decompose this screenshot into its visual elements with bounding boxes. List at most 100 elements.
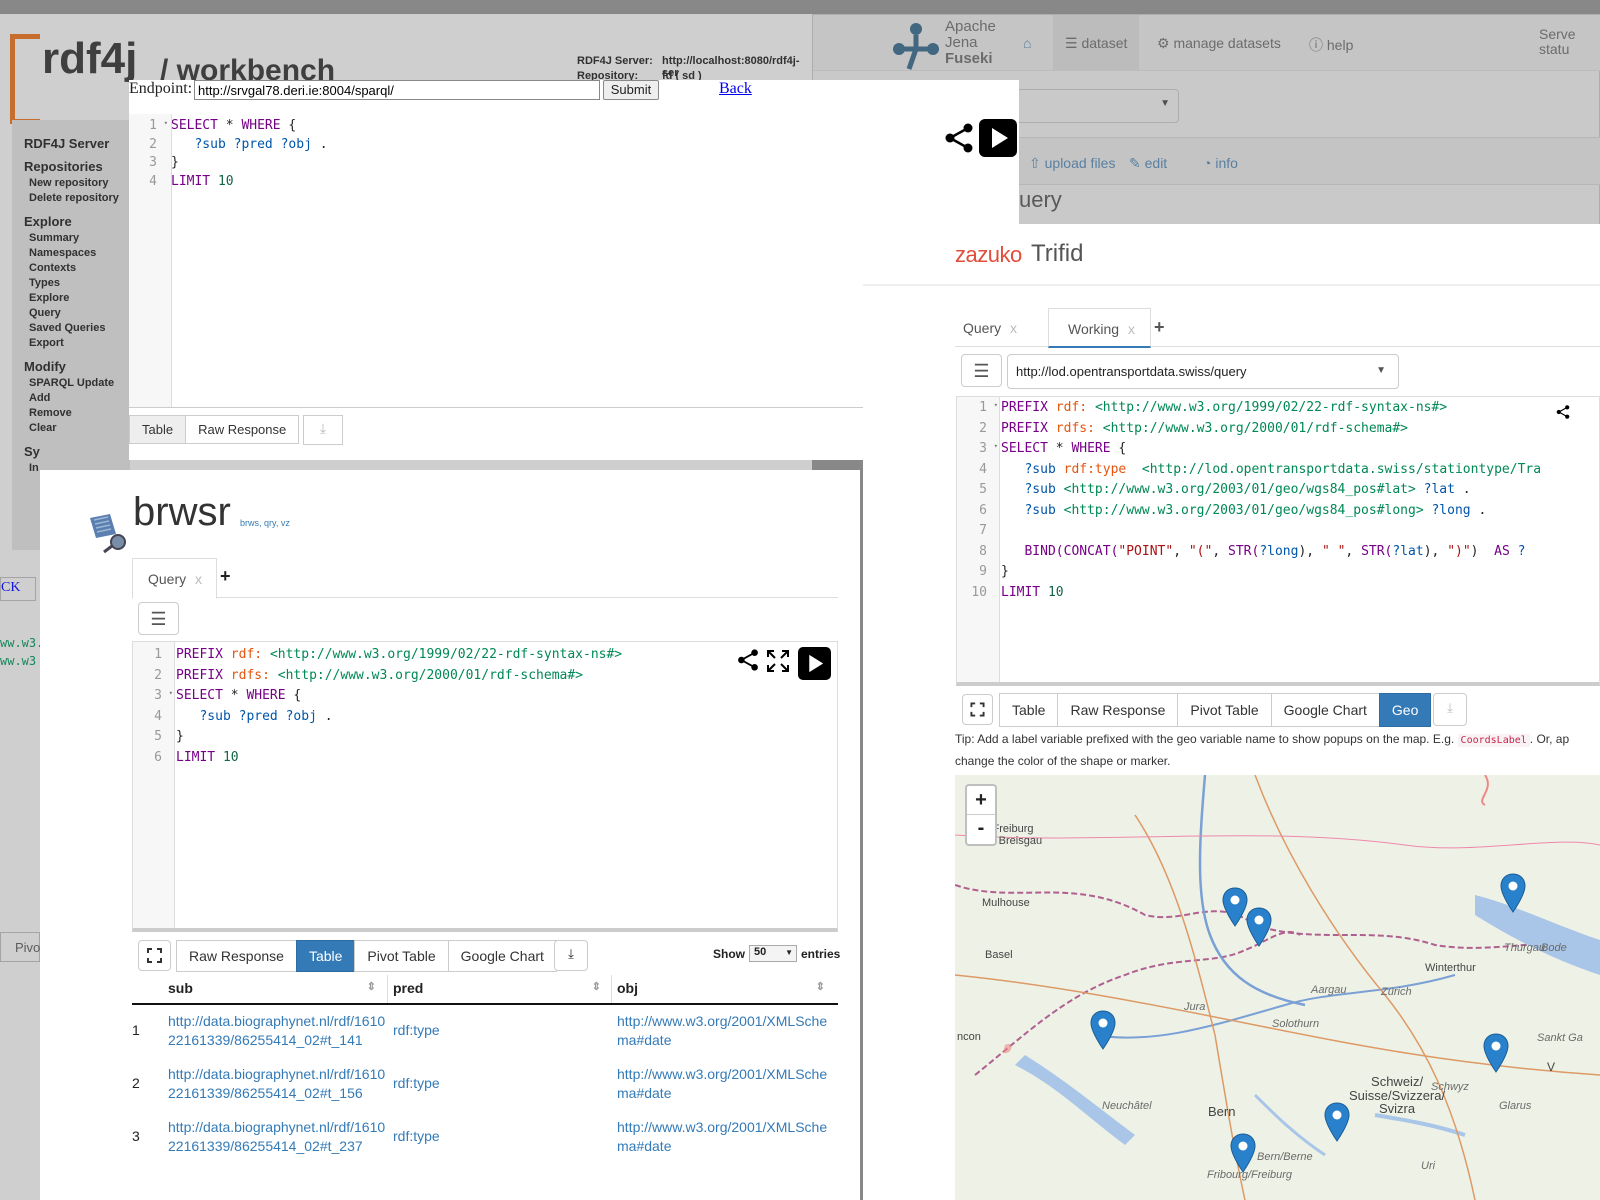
trifid-tab-pivot-table[interactable]: Pivot Table (1177, 693, 1272, 727)
brwsr-query-editor[interactable]: 1 PREFIX rdf: <http://www.w3.org/1999/02/… (132, 641, 838, 932)
trifid-endpoint-select[interactable]: http://lod.opentransportdata.swiss/query… (1007, 354, 1399, 389)
rdf4j-item-summary[interactable]: Summary (12, 231, 130, 246)
cell-sub-link[interactable]: http://data.biographynet.nl/rdf/1610 221… (168, 1065, 386, 1103)
brwsr-tab-pivot-table[interactable]: Pivot Table (354, 940, 449, 972)
brwsr-menu-button[interactable]: ☰ (138, 602, 179, 635)
endpoint-tab-raw-response[interactable]: Raw Response (185, 415, 300, 444)
jena-subnav-edit[interactable]: ✎ edit (1129, 155, 1167, 172)
jena-nav-home-icon[interactable]: ⌂ (1023, 35, 1031, 51)
map-marker-icon[interactable] (1483, 1033, 1509, 1073)
rdf4j-item-clear[interactable]: Clear (12, 421, 130, 436)
fold-arrow-icon[interactable]: ▾ (164, 119, 168, 127)
column-header-pred[interactable]: pred ⇕ (393, 980, 607, 996)
trifid-query-editor[interactable]: 1 ▾ PREFIX rdf: <http://www.w3.org/1999/02… (956, 396, 1600, 686)
column-header-obj[interactable]: obj ⇕ (617, 980, 831, 996)
trifid-tab-google-chart[interactable]: Google Chart (1270, 693, 1380, 727)
brwsr-add-tab-button[interactable]: + (220, 566, 231, 587)
endpoint-download-button[interactable]: ⤓ (303, 415, 343, 445)
zoom-out-button[interactable]: - (967, 815, 995, 844)
jena-subnav-info[interactable]: ◔ info (1203, 155, 1238, 171)
map-marker-icon[interactable] (1500, 873, 1526, 913)
endpoint-submit-button[interactable]: Submit (603, 80, 659, 100)
brwsr-tab-query[interactable]: Query x (132, 558, 217, 599)
rdf4j-item-sparql-update[interactable]: SPARQL Update (12, 376, 130, 391)
trifid-menu-button[interactable]: ☰ (961, 354, 1002, 387)
line-number: 1 ▾ (149, 118, 168, 133)
rdf4j-item-remove[interactable]: Remove (12, 406, 130, 421)
cell-pred-link[interactable]: rdf:type (393, 1021, 611, 1040)
jena-nav-manage-datasets[interactable]: ⚙ manage datasets (1157, 35, 1281, 52)
jena-dataset-select[interactable]: ▼ (1013, 89, 1179, 123)
rdf4j-item-delete-repository[interactable]: Delete repository (12, 191, 130, 206)
jena-subnav-upload[interactable]: ⇧ upload files (1029, 155, 1115, 172)
column-header-sub[interactable]: sub ⇕ (168, 980, 382, 996)
brwsr-tab-raw-response[interactable]: Raw Response (176, 940, 297, 972)
fold-arrow-icon[interactable]: ▾ (169, 689, 173, 697)
fold-arrow-icon[interactable]: ▾ (994, 442, 998, 450)
endpoint-run-button[interactable] (979, 119, 1017, 157)
close-icon[interactable]: x (195, 571, 202, 587)
entries-select[interactable]: 50 ▼ (749, 945, 797, 962)
zoom-in-button[interactable]: + (967, 786, 995, 815)
rdf4j-item-types[interactable]: Types (12, 276, 130, 291)
endpoint-query-editor[interactable]: 1 ▾ SELECT * WHERE {2 ?sub ?pred ?obj . 3} 4… (129, 114, 863, 408)
endpoint-tab-table[interactable]: Table (129, 415, 187, 444)
rdf4j-back-fragment[interactable]: CK (0, 577, 36, 601)
trifid-tab-raw-response[interactable]: Raw Response (1057, 693, 1179, 727)
trifid-tab-query[interactable]: Query x (963, 320, 1017, 336)
brwsr-fullscreen-button[interactable] (138, 940, 171, 971)
cell-obj-link[interactable]: http://www.w3.org/2001/XMLSche ma#date (617, 1065, 835, 1103)
brwsr-tab-google-chart[interactable]: Google Chart (447, 940, 557, 972)
cell-sub-link[interactable]: http://data.biographynet.nl/rdf/1610 221… (168, 1118, 386, 1156)
trifid-tab-query-close-icon[interactable]: x (1010, 320, 1017, 336)
rdf4j-item-explore[interactable]: Explore (12, 291, 130, 306)
cell-sub-link[interactable]: http://data.biographynet.nl/rdf/1610 221… (168, 1012, 386, 1050)
trifid-tab-working-close-icon[interactable]: x (1128, 321, 1135, 337)
rdf4j-section-server[interactable]: RDF4J Server (12, 120, 130, 155)
brwsr-tab-table[interactable]: Table (295, 940, 356, 972)
brwsr-share-icon[interactable] (737, 648, 759, 672)
jena-nav-dataset[interactable]: ☰ dataset (1053, 15, 1140, 71)
map-marker-icon[interactable] (1090, 1010, 1116, 1050)
share-icon[interactable] (944, 122, 974, 154)
trifid-fullscreen-button[interactable] (962, 694, 993, 725)
rdf4j-item-new-repository[interactable]: New repository (12, 176, 130, 191)
rdf4j-logo (10, 34, 40, 124)
trifid-add-tab-button[interactable]: + (1154, 317, 1165, 338)
rdf4j-item-query[interactable]: Query (12, 306, 130, 321)
map-marker-icon[interactable] (1222, 887, 1248, 927)
cell-obj-link[interactable]: http://www.w3.org/2001/XMLSche ma#date (617, 1012, 835, 1050)
rdf4j-item-export[interactable]: Export (12, 336, 130, 351)
brwsr-download-button[interactable]: ⤓ (554, 940, 588, 971)
map-marker-icon[interactable] (1230, 1133, 1256, 1173)
cell-obj-link[interactable]: http://www.w3.org/2001/XMLSche ma#date (617, 1118, 835, 1156)
fold-arrow-icon[interactable]: ▾ (994, 401, 998, 409)
trifid-tab-geo[interactable]: Geo (1378, 693, 1432, 727)
map-marker-icon[interactable] (1246, 907, 1272, 947)
trifid-tab-working[interactable]: Working x (1048, 308, 1151, 348)
trifid-share-icon[interactable] (1556, 402, 1570, 422)
endpoint-input[interactable] (194, 80, 600, 100)
endpoint-back-link[interactable]: Back (719, 80, 752, 98)
rdf4j-item-saved-queries[interactable]: Saved Queries (12, 321, 130, 336)
jena-nav-help[interactable]: ⓘ help (1309, 35, 1353, 55)
trifid-geo-map[interactable]: Freiburg im BreisgauMulhouseBaselWintert… (955, 775, 1600, 1200)
rdf4j-item-add[interactable]: Add (12, 391, 130, 406)
rdf4j-item-contexts[interactable]: Contexts (12, 261, 130, 276)
trifid-tab-table[interactable]: Table (999, 693, 1059, 727)
code-line: 6 ?sub <http://www.w3.org/2003/01/geo/wg… (957, 503, 1486, 524)
fullscreen-icon[interactable] (767, 650, 789, 672)
brwsr-run-button[interactable] (798, 647, 831, 680)
map-marker-icon[interactable] (1324, 1102, 1350, 1142)
trifid-download-button[interactable]: ⤓ (1433, 693, 1467, 726)
rdf4j-item-namespaces[interactable]: Namespaces (12, 246, 130, 261)
cell-pred-link[interactable]: rdf:type (393, 1127, 611, 1146)
rdf4j-pivot-fragment[interactable]: Pivo (0, 932, 40, 962)
code-line: 2 PREFIX rdfs: <http://www.w3.org/2000/01… (957, 421, 1408, 442)
cell-pred-link[interactable]: rdf:type (393, 1074, 611, 1093)
